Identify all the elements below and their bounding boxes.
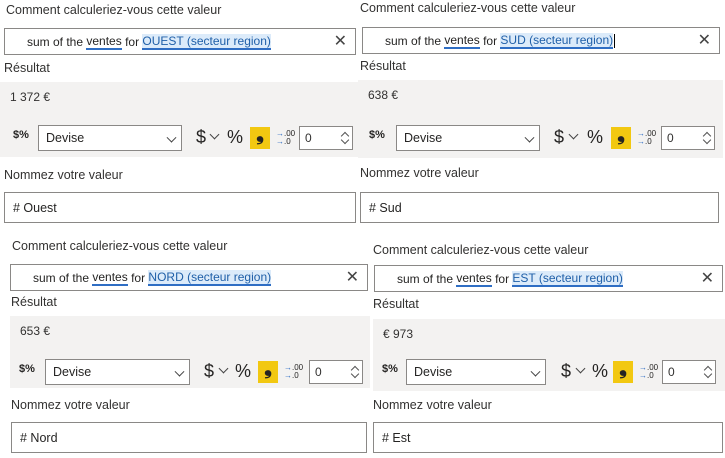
name-input[interactable]: # Nord — [11, 422, 367, 453]
query-sector: EST (secteur region) — [512, 270, 623, 287]
comma-style-icon[interactable]: ❟ — [613, 358, 633, 383]
result-value: € 973 — [383, 327, 414, 341]
measure-panel-sud: Comment calculeriez-vous cette valeur su… — [358, 0, 725, 228]
currency-format-icon: $% — [19, 363, 35, 375]
text-cursor — [614, 33, 616, 48]
how-calc-label: Comment calculeriez-vous cette valeur — [373, 243, 589, 257]
name-input[interactable]: # Ouest — [4, 192, 356, 223]
format-select[interactable]: Devise — [45, 359, 190, 385]
how-calc-label: Comment calculeriez-vous cette valeur — [360, 1, 576, 15]
dollar-icon[interactable]: $ — [196, 127, 206, 148]
currency-format-icon: $% — [382, 363, 398, 375]
result-label: Résultat — [11, 295, 57, 309]
decimals-icon[interactable]: →.00 →.0 — [637, 130, 656, 146]
decimals-icon[interactable]: →.00 →.0 — [284, 364, 303, 380]
decimals-icon[interactable]: →.00 →.0 — [639, 364, 658, 380]
percent-icon[interactable]: % — [592, 361, 608, 382]
decimals-value: 0 — [668, 365, 675, 379]
chevron-down-icon — [524, 132, 535, 143]
decimals-stepper[interactable]: 0 — [309, 360, 363, 384]
format-select-value: Devise — [414, 365, 453, 379]
format-select[interactable]: Devise — [38, 125, 182, 151]
query-text: for — [479, 33, 501, 48]
format-select[interactable]: Devise — [396, 125, 540, 151]
dollar-icon[interactable]: $ — [204, 361, 214, 382]
query-field: ventes — [456, 270, 492, 287]
percent-icon[interactable]: % — [227, 127, 243, 148]
query-field: ventes — [444, 32, 480, 49]
result-label: Résultat — [360, 59, 406, 73]
decimals-value: 0 — [667, 131, 674, 145]
result-label: Résultat — [4, 61, 50, 75]
format-select-value: Devise — [53, 365, 92, 379]
decimals-stepper[interactable]: 0 — [661, 126, 715, 150]
result-value: 1 372 € — [10, 90, 51, 104]
currency-format-icon: $% — [369, 129, 385, 141]
chevron-down-icon — [166, 132, 177, 143]
query-sector: OUEST (secteur region) — [142, 33, 271, 50]
how-calc-label: Comment calculeriez-vous cette valeur — [12, 239, 228, 253]
how-calc-label: Comment calculeriez-vous cette valeur — [6, 3, 222, 17]
name-value-label: Nommez votre valeur — [4, 168, 123, 182]
decimals-stepper[interactable]: 0 — [299, 126, 353, 150]
measure-panel-ouest: Comment calculeriez-vous cette valeur su… — [0, 0, 360, 228]
name-value-label: Nommez votre valeur — [373, 398, 492, 412]
measure-panel-nord: Comment calculeriez-vous cette valeur su… — [0, 232, 370, 458]
query-field: ventes — [92, 269, 128, 286]
dollar-icon[interactable]: $ — [554, 127, 564, 148]
query-text: sum of the — [385, 33, 445, 48]
query-text: sum of the — [33, 270, 93, 285]
result-value: 653 € — [20, 324, 51, 338]
query-text: sum of the — [27, 34, 87, 49]
query-text: sum of the — [397, 271, 457, 286]
close-icon[interactable]: ✕ — [346, 269, 359, 286]
decimals-value: 0 — [315, 365, 322, 379]
comma-style-icon[interactable]: ❟ — [258, 358, 278, 383]
query-input[interactable]: sum of the ventes for EST (secteur regio… — [374, 265, 723, 292]
query-text: for — [127, 270, 149, 285]
query-input[interactable]: sum of the ventes for SUD (secteur regio… — [362, 27, 720, 54]
currency-format-icon: $% — [13, 129, 29, 141]
query-sector: SUD (secteur region) — [500, 32, 614, 49]
chevron-down-icon — [174, 366, 185, 377]
query-input[interactable]: sum of the ventes for NORD (secteur regi… — [10, 264, 368, 291]
dollar-icon[interactable]: $ — [561, 361, 571, 382]
chevron-down-icon — [530, 366, 541, 377]
decimals-icon[interactable]: →.00 →.0 — [276, 130, 295, 146]
comma-style-icon[interactable]: ❟ — [250, 124, 270, 149]
close-icon[interactable]: ✕ — [698, 32, 711, 49]
decimals-value: 0 — [305, 131, 312, 145]
result-label: Résultat — [373, 297, 419, 311]
name-input[interactable]: # Sud — [360, 192, 719, 223]
format-select-value: Devise — [404, 131, 443, 145]
comma-style-icon[interactable]: ❟ — [611, 124, 631, 149]
close-icon[interactable]: ✕ — [334, 33, 347, 50]
format-select-value: Devise — [46, 131, 85, 145]
query-text: for — [491, 271, 513, 286]
query-sector: NORD (secteur region) — [148, 269, 272, 286]
name-input[interactable]: # Est — [373, 422, 723, 453]
name-value-label: Nommez votre valeur — [360, 166, 479, 180]
measure-panel-est: Comment calculeriez-vous cette valeur su… — [370, 232, 725, 458]
decimals-stepper[interactable]: 0 — [662, 360, 716, 384]
name-value-label: Nommez votre valeur — [11, 398, 130, 412]
result-value: 638 € — [368, 88, 399, 102]
query-field: ventes — [86, 33, 122, 50]
percent-icon[interactable]: % — [235, 361, 251, 382]
percent-icon[interactable]: % — [587, 127, 603, 148]
format-select[interactable]: Devise — [406, 359, 546, 385]
query-text: for — [121, 34, 143, 49]
close-icon[interactable]: ✕ — [701, 270, 714, 287]
query-input[interactable]: sum of the ventes for OUEST (secteur reg… — [4, 28, 356, 55]
